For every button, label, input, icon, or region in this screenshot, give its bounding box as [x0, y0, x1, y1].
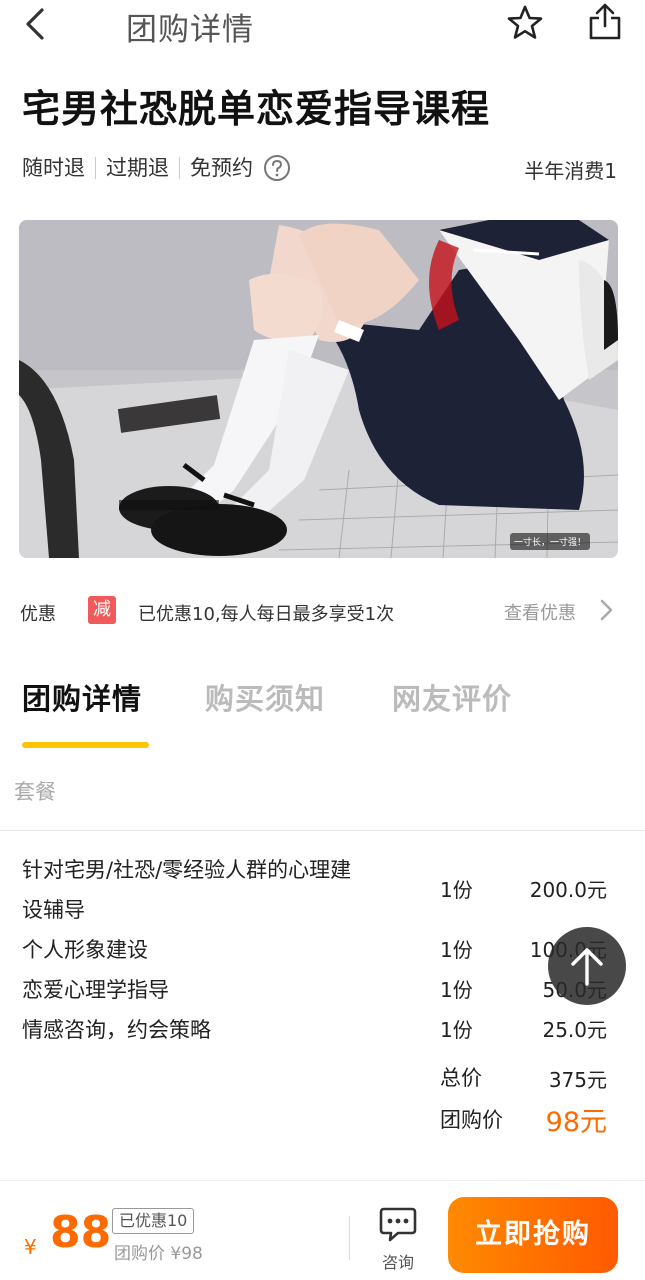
- total-price-value: 375元: [548, 1068, 607, 1092]
- package-item-qty: 1份: [440, 878, 473, 902]
- discount-badge: 减: [88, 596, 116, 624]
- original-group-price: 团购价 ¥98: [114, 1244, 203, 1264]
- view-promo-link[interactable]: 查看优惠: [504, 599, 576, 625]
- promo-label: 优惠: [20, 604, 56, 625]
- bar-divider: [349, 1216, 350, 1260]
- share-icon: [589, 3, 621, 40]
- package-item-qty: 1份: [440, 938, 473, 962]
- final-price: 88: [50, 1207, 112, 1258]
- detail-tabs: 团购详情 购买须知 网友评价: [0, 672, 645, 752]
- sales-count: 半年消费1: [524, 159, 617, 183]
- package-item-name: 情感咨询，约会策略: [22, 1018, 211, 1042]
- back-button[interactable]: [18, 6, 54, 42]
- arrow-up-icon: [571, 948, 603, 986]
- bottom-action-bar: ¥ 88 已优惠10 团购价 ¥98 咨询 立即抢购: [0, 1180, 645, 1280]
- star-icon: [507, 5, 543, 39]
- tag-no-reservation: 免预约: [190, 156, 253, 180]
- chat-bubble-icon[interactable]: [378, 1205, 418, 1243]
- tag-refund-anytime: 随时退: [22, 157, 96, 179]
- package-item-name: 恋爱心理学指导: [22, 978, 169, 1002]
- tab-reviews[interactable]: 网友评价: [392, 676, 512, 718]
- discount-chip: 已优惠10: [112, 1208, 195, 1234]
- scroll-to-top-button[interactable]: [548, 927, 626, 1005]
- page-title: 团购详情: [126, 12, 254, 48]
- package-section-label: 套餐: [14, 780, 56, 804]
- package-item-name-cont: 设辅导: [22, 898, 85, 922]
- share-button[interactable]: [586, 2, 624, 42]
- deal-title: 宅男社恐脱单恋爱指导课程: [22, 87, 491, 131]
- image-watermark-caption: 一寸长，一寸强！: [509, 533, 590, 550]
- top-nav-bar: 团购详情: [0, 0, 645, 48]
- group-price-label: 团购价: [440, 1108, 503, 1132]
- favorite-button[interactable]: [506, 4, 544, 42]
- total-price-label: 总价: [440, 1066, 482, 1090]
- chevron-right-icon: [596, 598, 616, 622]
- tab-purchase-notes[interactable]: 购买须知: [205, 676, 325, 718]
- deal-tags: 随时退 过期退 免预约: [22, 152, 291, 184]
- active-tab-indicator: [22, 742, 149, 748]
- package-item-price: 200.0元: [529, 878, 607, 902]
- currency-symbol: ¥: [24, 1235, 37, 1259]
- consult-label[interactable]: 咨询: [382, 1249, 414, 1273]
- tag-expire-refund: 过期退: [106, 157, 180, 179]
- deal-image[interactable]: 一寸长，一寸强！: [19, 220, 618, 558]
- question-circle-icon[interactable]: [263, 154, 291, 182]
- tab-deal-details[interactable]: 团购详情: [22, 676, 142, 718]
- promo-text: 已优惠10,每人每日最多享受1次: [138, 604, 395, 625]
- group-price-value: 98元: [545, 1107, 607, 1138]
- buy-now-button[interactable]: 立即抢购: [448, 1197, 618, 1273]
- package-item-qty: 1份: [440, 978, 473, 1002]
- chevron-left-icon: [26, 8, 44, 40]
- package-item-price: 25.0元: [542, 1018, 607, 1042]
- promo-row[interactable]: 优惠 减 已优惠10,每人每日最多享受1次 查看优惠: [0, 594, 645, 632]
- package-item-name: 个人形象建设: [22, 938, 148, 962]
- package-item-qty: 1份: [440, 1018, 473, 1042]
- package-item-name: 针对宅男/社恐/零经验人群的心理建: [22, 858, 352, 882]
- section-divider: [0, 830, 645, 831]
- photo-illustration: [19, 220, 618, 558]
